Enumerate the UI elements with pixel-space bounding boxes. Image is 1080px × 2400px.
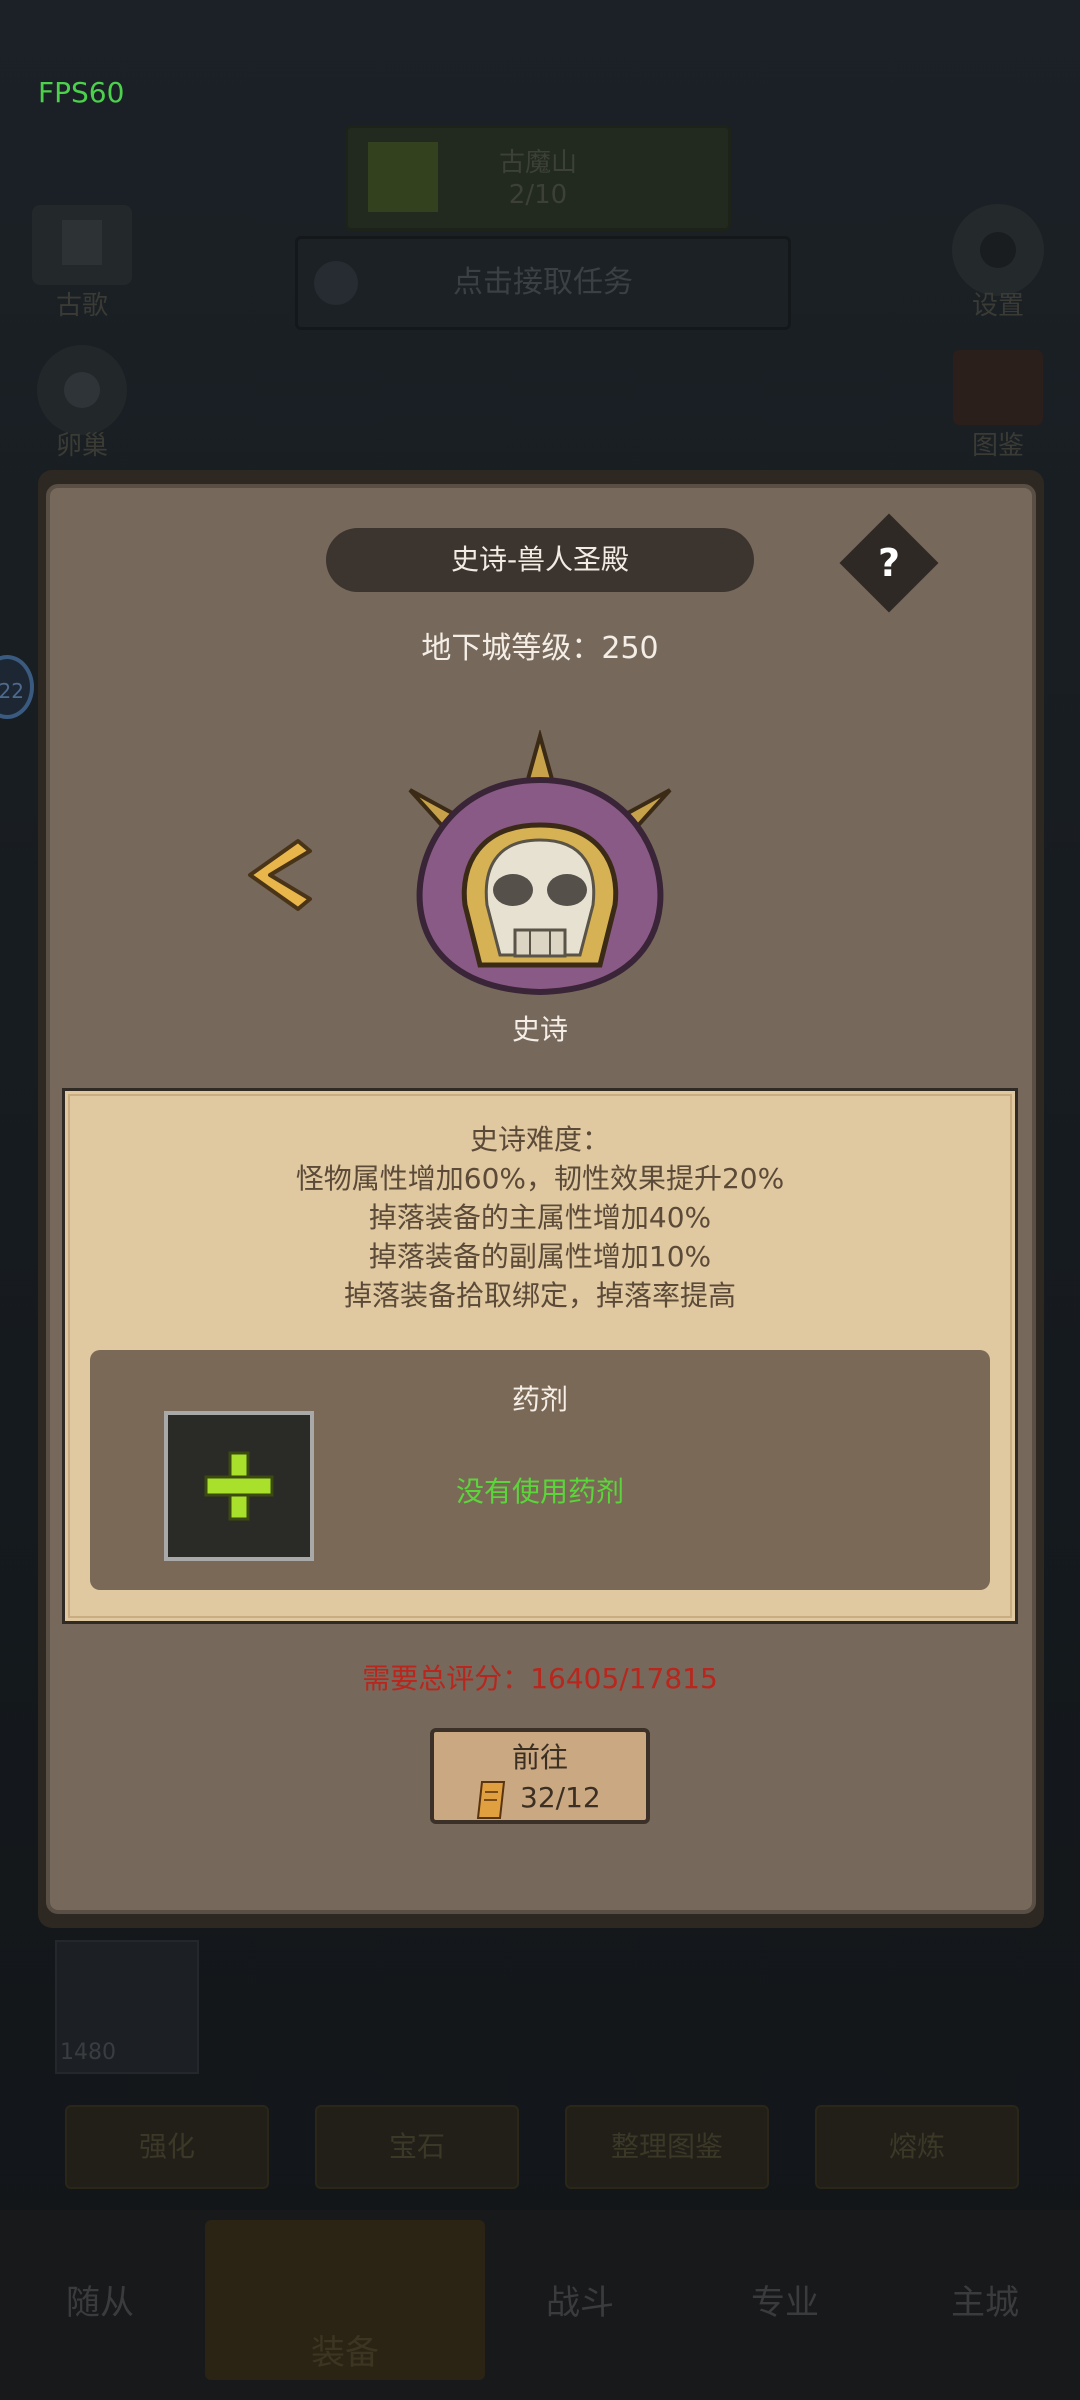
difficulty-title: 史诗难度： bbox=[469, 1123, 610, 1156]
potion-slot[interactable] bbox=[164, 1411, 314, 1561]
accept-task-label: 点击接取任务 bbox=[453, 265, 633, 300]
plus-icon bbox=[204, 1451, 274, 1521]
scroll-ticket-icon bbox=[476, 1781, 506, 1819]
nav-battle[interactable]: 战斗 bbox=[500, 2275, 660, 2324]
fps-counter: FPS60 bbox=[38, 76, 125, 109]
subtab-organize[interactable]: 整理图鉴 bbox=[565, 2105, 769, 2189]
difficulty-line-1: 怪物属性增加60%，韧性效果提升20% bbox=[295, 1162, 785, 1195]
difficulty-tier-label: 史诗 bbox=[511, 1013, 568, 1046]
nav-equip[interactable]: 装备 bbox=[205, 2325, 485, 2374]
no-potion-status: 没有使用药剂 bbox=[455, 1475, 624, 1508]
inventory-count: 1480 bbox=[60, 2040, 116, 2065]
task-icon bbox=[314, 261, 358, 305]
side-label-left-top: 古歌 bbox=[55, 291, 108, 321]
side-label-right-mid: 图鉴 bbox=[971, 431, 1024, 461]
nav-profession[interactable]: 专业 bbox=[705, 2275, 865, 2324]
subtab-enhance[interactable]: 强化 bbox=[65, 2105, 269, 2189]
nav-city[interactable]: 主城 bbox=[905, 2275, 1065, 2324]
difficulty-line-4: 掉落装备拾取绑定，掉落率提高 bbox=[343, 1279, 736, 1312]
nav-followers[interactable]: 随从 bbox=[20, 2275, 180, 2324]
dungeon-level: 地下城等级：250 bbox=[421, 631, 659, 666]
go-cost: 32/12 bbox=[520, 1781, 601, 1814]
subtab-smelt[interactable]: 熔炼 bbox=[815, 2105, 1019, 2189]
quest-name: 古魔山 bbox=[498, 148, 577, 178]
subtab-gem[interactable]: 宝石 bbox=[315, 2105, 519, 2189]
side-label-left-mid: 卵巢 bbox=[55, 431, 108, 461]
help-icon[interactable]: ? bbox=[854, 528, 924, 598]
quest-progress: 2/10 bbox=[508, 180, 568, 210]
difficulty-line-3: 掉落装备的副属性增加10% bbox=[368, 1240, 712, 1273]
required-score: 需要总评分：16405/17815 bbox=[362, 1662, 718, 1695]
dialog-title: 史诗-兽人圣殿 bbox=[326, 528, 754, 592]
side-label-right-top: 设置 bbox=[971, 291, 1024, 321]
accept-task-button[interactable]: 点击接取任务 bbox=[295, 236, 791, 330]
epic-skull-helmet-icon bbox=[408, 730, 672, 996]
chevron-left-icon[interactable] bbox=[240, 835, 320, 915]
go-button-label[interactable]: 前往 bbox=[430, 1736, 650, 1776]
difficulty-line-2: 掉落装备的主属性增加40% bbox=[368, 1201, 712, 1234]
quest-tracker[interactable]: 古魔山 2/10 bbox=[345, 125, 731, 231]
